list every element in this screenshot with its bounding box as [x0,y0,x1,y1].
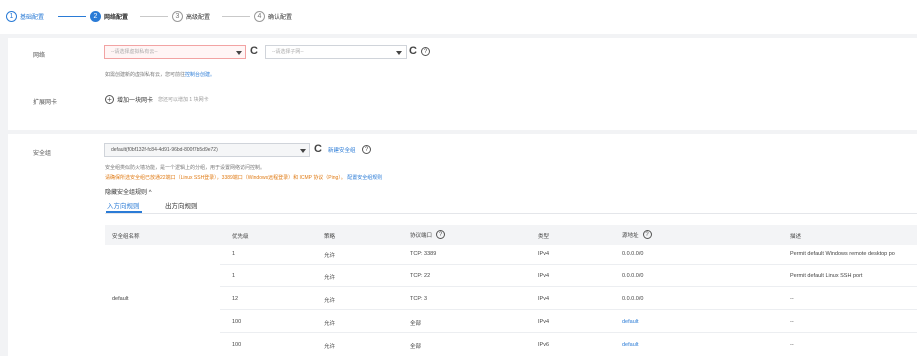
vpc-select[interactable]: --请选择虚拟私有云-- [104,45,246,59]
row-divider [220,309,917,310]
subnet-select-placeholder: --请选择子网-- [272,49,304,55]
chevron-down-icon[interactable] [236,51,242,55]
help-icon[interactable]: ? [362,145,371,154]
desc-cell: Permit default Linux SSH port [790,273,863,279]
step-label: 网络配置 [104,14,129,21]
tab-outbound[interactable]: 出方向规则 [165,200,198,210]
priority-cell: 1 [232,273,236,279]
nic-label: 扩展网卡 [33,100,58,106]
security-warning-text: 请确保所选安全组已放通22端口（Linux SSH登录），3389端口（Wind… [105,175,346,181]
step-connector [222,16,250,17]
step-number: 1 [6,10,17,22]
console-link[interactable]: 控制台创建。 [185,72,215,78]
col-header-port: 协议端口 ? [410,230,446,239]
help-icon[interactable]: ? [421,47,430,56]
step-number: 2 [90,10,101,22]
desc-cell: Permit default Windows remote desktop po [790,251,895,257]
refresh-icon[interactable]: C [314,144,322,155]
chevron-up-icon: ^ [148,190,152,196]
desc-cell: -- [790,319,794,325]
vpc-select-placeholder: --请选择虚拟私有云-- [111,49,158,55]
add-nic-hint: 您还可以增加 1 块网卡 [158,97,209,103]
chevron-down-icon[interactable] [396,51,402,55]
port-cell: 全部 [410,344,422,350]
priority-cell: 12 [232,296,239,302]
col-header-desc: 描述 [790,234,802,240]
policy-cell: 允许 [324,298,336,304]
col-header-name: 安全组名称 [112,234,140,240]
source-link[interactable]: default [622,319,639,325]
vpc-hint-text: 如需创建新的虚拟私有云，您可前往 [105,72,186,78]
step-number: 3 [172,10,183,22]
source-cell: 0.0.0.0/0 [622,296,644,302]
type-cell: IPv4 [538,296,550,302]
step-label: 基础配置 [20,14,45,21]
vpc-hint: 如需创建新的虚拟私有云，您可前往控制台创建。 [105,71,215,78]
step-label: 高级配置 [186,14,211,21]
priority-cell: 1 [232,251,236,257]
security-group-label: 安全组 [33,151,52,157]
step-advanced[interactable]: 3 高级配置 [172,10,210,22]
hide-rules-toggle[interactable]: 隐藏安全组规则 ^ [105,187,152,196]
col-header-source-label: 源地址 [622,232,639,239]
security-group-select[interactable]: default(f0bf132f-fc84-4d91-96bd-800f7b5d… [104,143,310,157]
policy-cell: 允许 [324,321,336,327]
tab-inbound[interactable]: 入方向规则 [107,200,140,210]
hide-rules-label: 隐藏安全组规则 [105,190,148,196]
priority-cell: 100 [232,342,242,348]
security-desc-1: 安全组类似防火墙功能，是一个逻辑上的分组，用于设置网络访问控制。 [105,165,266,171]
help-icon[interactable]: ? [642,230,652,239]
col-header-policy: 策略 [324,234,336,240]
policy-cell: 允许 [324,275,336,281]
step-network[interactable]: 2 网络配置 [90,10,128,22]
steps-bar: 1 基础配置 2 网络配置 3 高级配置 4 确认配置 [0,0,917,34]
row-divider [220,264,917,265]
source-link[interactable]: default [622,342,639,348]
col-header-type: 类型 [538,234,550,240]
tabs-divider [105,213,917,214]
configure-rules-link[interactable]: 配置安全组规则 [347,175,382,181]
type-cell: IPv6 [538,342,550,348]
row-divider [220,286,917,287]
port-cell: TCP: 3389 [410,251,437,257]
source-cell: 0.0.0.0/0 [622,273,644,279]
plus-icon: + [105,95,114,104]
desc-cell: -- [790,296,794,302]
add-nic-label: 增加一块网卡 [117,98,154,104]
subnet-select[interactable]: --请选择子网-- [265,45,407,59]
port-cell: TCP: 3 [410,296,428,302]
refresh-icon[interactable]: C [409,46,417,57]
chevron-down-icon[interactable] [300,149,306,153]
step-number: 4 [254,10,265,22]
step-connector [58,16,86,17]
step-basic[interactable]: 1 基础配置 [6,10,44,22]
col-header-source: 源地址 ? [622,230,652,239]
step-label: 确认配置 [268,14,293,21]
row-divider [220,332,917,333]
port-cell: TCP: 22 [410,273,431,279]
step-confirm[interactable]: 4 确认配置 [254,10,292,22]
port-cell: 全部 [410,321,422,327]
add-nic-button[interactable]: + 增加一块网卡 您还可以增加 1 块网卡 [105,95,209,104]
policy-cell: 允许 [324,253,336,259]
type-cell: IPv4 [538,251,550,257]
security-group-value: default(f0bf132f-fc84-4d91-96bd-800f7b5d… [111,147,218,153]
refresh-icon[interactable]: C [250,46,258,57]
priority-cell: 100 [232,319,242,325]
col-header-port-label: 协议端口 [410,232,433,239]
security-desc-2: 请确保所选安全组已放通22端口（Linux SSH登录），3389端口（Wind… [105,174,382,181]
network-label: 网络 [33,53,46,59]
col-header-priority: 优先级 [232,234,249,240]
step-connector [140,16,168,17]
new-security-group-link[interactable]: 新建安全组 [328,146,356,154]
help-icon[interactable]: ? [436,230,446,239]
type-cell: IPv4 [538,319,550,325]
group-name-cell: default [112,296,129,302]
type-cell: IPv4 [538,273,550,279]
policy-cell: 允许 [324,344,336,350]
source-cell: 0.0.0.0/0 [622,251,644,257]
desc-cell: -- [790,342,794,348]
